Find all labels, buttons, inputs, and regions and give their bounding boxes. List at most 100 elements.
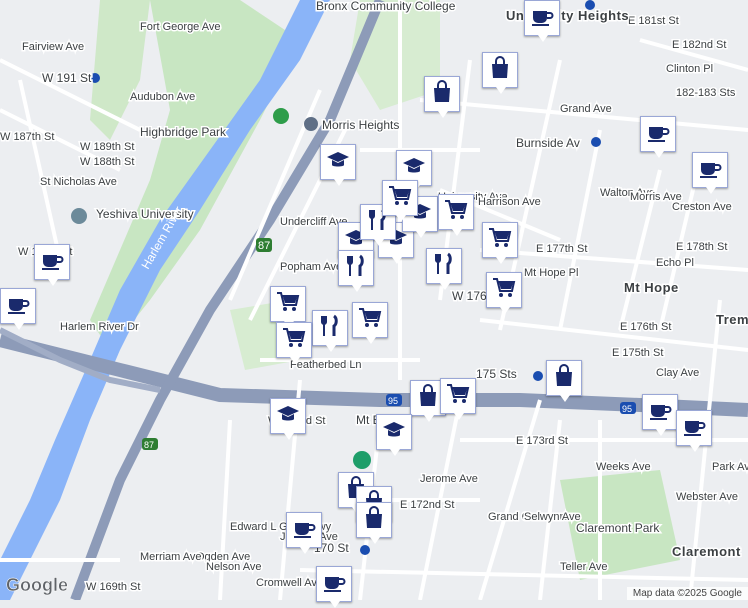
coffee-icon <box>529 3 555 34</box>
grocery-icon <box>281 325 307 356</box>
shop-marker[interactable] <box>482 52 518 94</box>
restaurant-marker[interactable] <box>312 310 348 352</box>
coffee-marker[interactable] <box>34 244 70 286</box>
grocery-marker[interactable] <box>276 322 312 364</box>
label-webster-ave: Webster Ave <box>676 491 738 503</box>
restaurant-marker[interactable] <box>426 248 462 290</box>
school-icon <box>401 153 427 184</box>
label-w-189th-st: W 189th St <box>80 141 134 153</box>
svg-text:95: 95 <box>388 396 398 406</box>
grocery-marker[interactable] <box>486 272 522 314</box>
label-nelson-ave: Nelson Ave <box>206 561 261 573</box>
label-fairview-ave: Fairview Ave <box>22 41 84 53</box>
label-grand-ave-north: Grand Ave <box>560 103 612 115</box>
school-icon <box>381 417 407 448</box>
school-marker[interactable] <box>320 144 356 186</box>
school-icon <box>325 147 351 178</box>
svg-text:95: 95 <box>622 404 632 414</box>
coffee-marker[interactable] <box>676 410 712 452</box>
grocery-icon <box>387 183 413 214</box>
label-e-177th-st: E 177th St <box>536 243 587 255</box>
coffee-icon <box>681 413 707 444</box>
label-e-181st-st: E 181st St <box>628 15 679 27</box>
coffee-marker[interactable] <box>642 394 678 436</box>
label-w-187th-st: W 187th St <box>0 131 54 143</box>
grocery-marker[interactable] <box>352 302 388 344</box>
label-audubon-ave: Audubon Ave <box>130 91 195 103</box>
location-pin-icon[interactable] <box>353 451 371 469</box>
shop-icon <box>487 55 513 86</box>
label-e-175th-st: E 175th St <box>612 347 663 359</box>
grocery-marker[interactable] <box>440 378 476 420</box>
google-logo: Google <box>6 575 69 596</box>
label-182-183-sts: 182-183 Sts <box>676 87 736 99</box>
coffee-icon <box>321 569 347 600</box>
grocery-icon <box>487 225 513 256</box>
school-marker[interactable] <box>376 414 412 456</box>
coffee-marker[interactable] <box>316 566 352 608</box>
coffee-icon <box>5 291 31 322</box>
label-fort-george-ave: Fort George Ave <box>140 21 221 33</box>
label-harrison-ave: Harrison Ave <box>478 196 541 208</box>
label-jerome-ave: Jerome Ave <box>420 473 478 485</box>
label-clay-ave: Clay Ave <box>656 367 699 379</box>
coffee-marker[interactable] <box>640 116 676 158</box>
label-trem: Trem <box>716 312 748 327</box>
shop-icon <box>361 505 387 536</box>
label-merriam-ave: Merriam Ave <box>140 551 202 563</box>
label-creston-ave: Creston Ave <box>672 201 732 213</box>
park-pin-icon[interactable] <box>273 108 289 124</box>
label-featherbed-ln: Featherbed Ln <box>290 359 362 371</box>
svg-text:87: 87 <box>144 440 154 450</box>
coffee-icon <box>645 119 671 150</box>
coffee-marker[interactable] <box>0 288 36 330</box>
shop-icon <box>551 363 577 394</box>
school-icon <box>275 401 301 432</box>
grocery-marker[interactable] <box>270 286 306 328</box>
coffee-icon <box>647 397 673 428</box>
coffee-marker[interactable] <box>692 152 728 194</box>
coffee-icon <box>39 247 65 278</box>
label-burnside-av: Burnside Av <box>516 136 580 150</box>
label-highbridge-park: Highbridge Park <box>140 125 227 139</box>
label-mt-hope-pl: Mt Hope Pl <box>524 267 578 279</box>
label-191-st: W 191 St <box>42 71 92 85</box>
restaurant-icon <box>431 251 457 282</box>
map-attribution: Map data ©2025 Google <box>626 587 748 600</box>
label-popham-ave: Popham Ave <box>280 261 342 273</box>
coffee-marker[interactable] <box>524 0 560 42</box>
shop-icon <box>415 383 441 414</box>
label-e-172nd-st: E 172nd St <box>400 499 454 511</box>
station-pin-icon[interactable] <box>304 117 318 131</box>
coffee-icon <box>697 155 723 186</box>
label-park-ave: Park Ave <box>712 461 748 473</box>
label-mt-hope: Mt Hope <box>624 280 679 295</box>
label-cromwell-ave: Cromwell Ave <box>256 577 323 589</box>
grocery-icon <box>275 289 301 320</box>
grocery-marker[interactable] <box>438 194 474 236</box>
shop-marker[interactable] <box>546 360 582 402</box>
grocery-marker[interactable] <box>382 180 418 222</box>
label-teller-ave: Teller Ave <box>560 561 608 573</box>
coffee-marker[interactable] <box>286 512 322 554</box>
label-e-176th-st: E 176th St <box>620 321 671 333</box>
shop-marker[interactable] <box>356 502 392 544</box>
label-e-182nd-st: E 182nd St <box>672 39 726 51</box>
svg-text:87: 87 <box>258 240 270 252</box>
restaurant-icon <box>317 313 343 344</box>
restaurant-icon <box>343 253 369 284</box>
label-clinton-pl: Clinton Pl <box>666 63 713 75</box>
label-claremont-park: Claremont Park <box>576 521 660 535</box>
label-bronx-community-college: Bronx Community College <box>316 0 456 13</box>
label-st-nicholas-ave: St Nicholas Ave <box>40 176 117 188</box>
label-harlem-river-dr: Harlem River Dr <box>60 321 139 333</box>
university-pin-icon[interactable] <box>71 208 87 224</box>
restaurant-marker[interactable] <box>338 250 374 292</box>
shop-marker[interactable] <box>424 76 460 118</box>
coffee-icon <box>291 515 317 546</box>
label-echo-pl: Echo Pl <box>656 257 694 269</box>
shop-icon <box>429 79 455 110</box>
grocery-marker[interactable] <box>482 222 518 264</box>
school-marker[interactable] <box>270 398 306 440</box>
grocery-icon <box>443 197 469 228</box>
